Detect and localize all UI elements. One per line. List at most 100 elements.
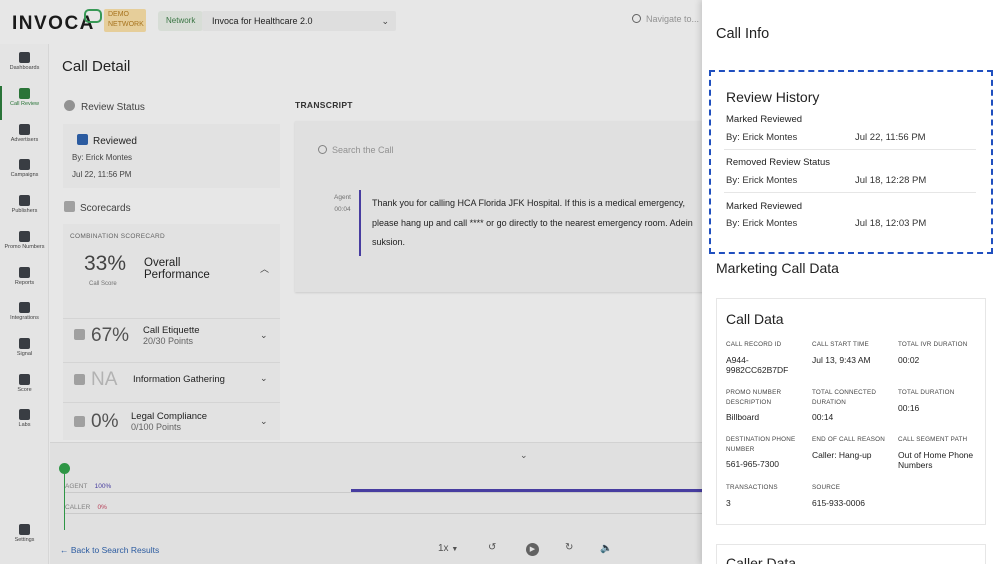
field-total-connected-duration: TOTAL CONNECTED DURATION 00:14 [812,389,877,422]
bar-chart-icon [19,267,30,278]
scorecard-row-call-etiquette[interactable]: Call Etiquette 20/30 Points [143,325,200,346]
call-review-icon [19,88,30,99]
review-history-title: Review History [726,89,820,105]
network-icon [19,302,30,313]
sidebar-item-promo-numbers[interactable]: Promo Numbers [0,231,49,250]
review-history-by: By: Erick Montes [726,132,798,143]
field-total-duration: TOTAL DURATION 00:16 [898,389,955,413]
agent-track-label: AGENT 100% [65,483,112,490]
page-title: Call Detail [62,58,131,75]
logo-bubble-icon [84,9,102,23]
sidebar-item-publishers[interactable]: Publishers [0,195,49,214]
navigate-search-placeholder: Navigate to... [646,14,700,24]
field-call-record-id: CALL RECORD ID A944-9982CC62B7DF [726,341,789,375]
chevron-up-icon[interactable]: ︿ [260,262,269,275]
scorecards-header[interactable]: Scorecards [64,201,131,214]
divider [63,402,280,403]
overall-score: 33% [84,252,127,275]
people-icon [19,195,30,206]
sidebar-item-call-review[interactable]: Call Review [0,88,49,107]
chevron-down-icon[interactable]: ⌄ [260,373,268,384]
call-info-title: Call Info [716,26,770,42]
field-end-of-call-reason: END OF CALL REASON Caller: Hang-up [812,436,885,460]
gear-icon [19,524,30,535]
grid-icon [19,52,30,63]
sidebar-item-dashboards[interactable]: Dashboards [0,52,49,71]
scorecard-checkbox-icon[interactable] [74,329,90,342]
call-data-title: Call Data [726,311,784,327]
playhead-handle[interactable] [59,463,70,474]
navigate-search[interactable]: Navigate to... [632,14,699,24]
checkbox-icon [19,374,30,385]
field-transactions: TRANSACTIONS 3 [726,484,778,508]
field-call-segment-path: CALL SEGMENT PATH Out of Home Phone Numb… [898,436,974,470]
network-label: Network [158,11,204,31]
scorecard-row-information-gathering[interactable]: Information Gathering [133,374,225,385]
call-score-label: Call Score [89,281,117,287]
divider [63,362,280,363]
demo-network-badge: DEMO NETWORK [104,9,146,32]
combination-scorecard-label: COMBINATION SCORECARD [70,233,166,240]
sidebar-item-settings[interactable]: Settings [0,524,49,543]
reviewed-checkbox[interactable]: Reviewed [77,134,137,147]
chevron-down-icon[interactable]: ⌄ [520,450,528,461]
sidebar-item-signal[interactable]: Signal [0,338,49,357]
review-history-action: Marked Reviewed [726,201,803,212]
call-etiquette-score: 67% [91,325,130,346]
invoca-logo[interactable]: INVOCA [12,13,95,35]
review-history-action: Removed Review Status [726,157,831,168]
marketing-call-data-title: Marketing Call Data [716,260,839,276]
field-source: SOURCE 615-933-0006 [812,484,865,508]
review-history-by: By: Erick Montes [726,218,798,229]
overall-performance-label: Overall Performance [144,257,210,281]
sidebar-item-reports[interactable]: Reports [0,267,49,286]
scorecard-checkbox-icon[interactable] [74,374,90,387]
information-gathering-score: NA [91,369,118,390]
review-history-date: Jul 22, 11:56 PM [855,132,926,143]
scorecard-checkbox-icon[interactable] [74,416,90,429]
divider [63,318,280,319]
scorecard-row-legal-compliance[interactable]: Legal Compliance 0/100 Points [131,411,207,432]
caller-track-line [65,513,702,514]
sidebar-item-campaigns[interactable]: Campaigns [0,159,49,178]
review-history-date: Jul 18, 12:28 PM [855,175,927,186]
field-destination-phone-number: DESTINATION PHONE NUMBER 561-965-7300 [726,436,796,469]
check-circle-icon [64,100,75,111]
transcript-title: TRANSCRIPT [295,100,353,110]
sidebar-item-advertisers[interactable]: Advertisers [0,124,49,143]
transcript-speaker: Agent 00:04 [334,194,351,213]
divider [724,192,976,193]
divider [724,149,976,150]
sidebar-item-integrations[interactable]: Integrations [0,302,49,321]
agent-speaker-bar [359,190,361,256]
field-promo-number-description: PROMO NUMBER DESCRIPTION Billboard [726,389,782,422]
back-to-search-link[interactable]: ← Back to Search Results [60,545,159,555]
playback-speed-select[interactable]: 1x ▼ [438,543,458,554]
play-button[interactable]: ▶ [526,543,539,556]
review-history-date: Jul 18, 12:03 PM [855,218,927,229]
chevron-down-icon[interactable]: ⌄ [260,330,268,341]
checkbox-checked-icon [77,134,88,145]
rewind-icon[interactable]: ↺ [488,542,496,553]
network-select-value: Invoca for Healthcare 2.0 [212,16,313,26]
sidebar: Dashboards Call Review Advertisers Campa… [0,44,49,564]
transcript-search-input[interactable]: Search the Call [318,145,394,155]
legal-compliance-score: 0% [91,411,119,432]
playhead-line [64,470,65,530]
phone-icon [19,159,30,170]
play-icon: ▶ [526,543,539,556]
fast-forward-icon[interactable]: ↻ [565,542,573,553]
caller-data-title: Caller Data [726,555,797,564]
agent-talk-segment[interactable] [351,489,702,492]
search-icon [318,145,327,154]
sidebar-item-score[interactable]: Score [0,374,49,393]
network-select[interactable]: Invoca for Healthcare 2.0 ⌄ [202,11,396,31]
sidebar-item-labs[interactable]: Labs [0,409,49,428]
search-icon [632,14,641,23]
reviewed-by: By: Erick Montes [72,153,133,162]
agent-track-line [65,492,702,493]
volume-icon[interactable]: 🔈 [600,543,612,554]
chevron-down-icon[interactable]: ⌄ [260,416,268,427]
review-status-header[interactable]: Review Status [64,100,145,113]
caret-down-icon: ▼ [451,546,459,553]
